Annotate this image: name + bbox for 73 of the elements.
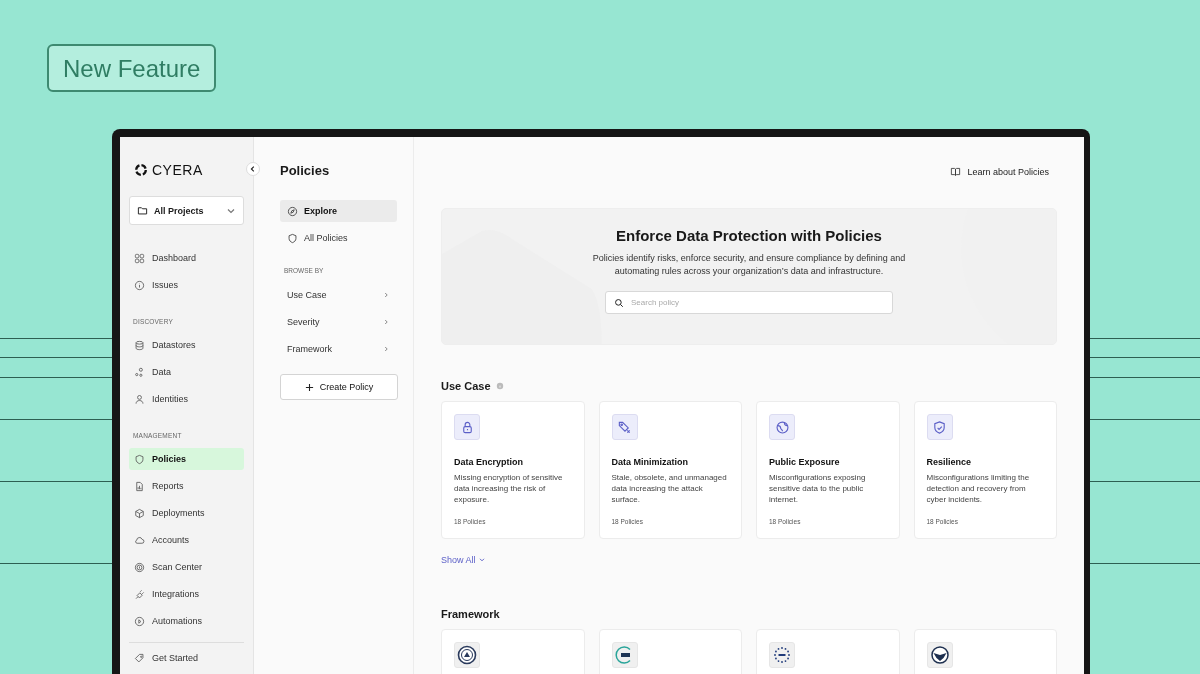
nav-item[interactable]: Deployments	[129, 502, 244, 524]
seal-icon	[457, 645, 477, 665]
subnav-item[interactable]: All Policies	[280, 227, 397, 249]
hero-title: Enforce Data Protection with Policies	[616, 227, 882, 244]
collapse-button[interactable]	[246, 162, 260, 176]
grid-icon	[134, 252, 145, 264]
star-circle-icon	[772, 645, 792, 665]
card-title: Public Exposure	[769, 457, 841, 467]
framework-card[interactable]	[441, 629, 585, 674]
folder-icon	[137, 205, 148, 216]
browse-item[interactable]: Severity	[280, 311, 397, 333]
nav-item[interactable]: Data	[129, 361, 244, 383]
browse-item[interactable]: Framework	[280, 338, 397, 360]
nav-item[interactable]: Scan Center	[129, 556, 244, 578]
browse-item[interactable]: Use Case	[280, 284, 397, 306]
card-title: Data Encryption	[454, 457, 524, 467]
project-dropdown[interactable]: All Projects	[129, 196, 244, 225]
report-icon	[134, 480, 145, 492]
nav-item[interactable]: Issues	[129, 274, 244, 296]
create-policy-button[interactable]: Create Policy	[280, 374, 398, 400]
play-icon	[134, 615, 145, 627]
tag-icon	[617, 419, 632, 435]
chevron-left-icon	[249, 165, 257, 173]
card-description: Misconfigurations exposing sensitive data to the public internet.	[769, 472, 867, 505]
card-description: Stale, obsolete, and unmanaged data increasing the attack surface.	[611, 472, 728, 505]
nav-item[interactable]: Automations	[129, 610, 244, 632]
globe-icon	[774, 419, 790, 435]
nodes-icon	[134, 366, 145, 378]
hero-text: Policies identify risks, enforce security, and ensure compliance by defining and automating rules across your organization’s data and infrastructure.	[591, 252, 907, 278]
framework-card[interactable]	[598, 629, 742, 674]
subnav-item[interactable]: Explore	[280, 200, 397, 222]
info-icon	[495, 382, 504, 390]
nav-item[interactable]: Dashboard	[129, 247, 244, 269]
chevron-right-icon	[382, 291, 390, 299]
framework-card[interactable]	[913, 629, 1057, 674]
nav-item[interactable]: Get Started	[129, 647, 244, 669]
section-title: Framework	[441, 608, 500, 620]
book-icon	[950, 166, 962, 177]
nav-item[interactable]: Integrations	[129, 583, 244, 605]
plus-icon	[304, 382, 314, 392]
framework-card[interactable]	[756, 629, 900, 674]
learn-link[interactable]: Learn about Policies	[950, 166, 1049, 177]
person-icon	[134, 393, 145, 405]
chevron-right-icon	[382, 318, 390, 326]
search-field[interactable]: Search policy	[605, 291, 893, 314]
card-description: Missing encryption of sensitive data increasing the risk of exposure.	[454, 472, 564, 505]
page-title: Policies	[280, 163, 331, 178]
logo-icon	[134, 163, 148, 177]
logo-text: CYERA	[152, 162, 203, 178]
compass-icon	[287, 205, 298, 217]
eagle-seal-icon	[929, 645, 950, 665]
cube-icon	[134, 507, 145, 519]
card-description: Misconfigurations limiting the detection and recovery from cyber incidents.	[926, 472, 1031, 505]
chevron-down-icon	[477, 556, 486, 564]
nav-item[interactable]: Reports	[129, 475, 244, 497]
card-title: Resilience	[926, 457, 973, 467]
search-icon	[614, 297, 624, 308]
nav-item[interactable]: Policies	[129, 448, 244, 470]
database-icon	[134, 339, 145, 351]
chevron-right-icon	[382, 345, 390, 353]
cloud-icon	[134, 534, 145, 546]
card-title: Data Minimization	[611, 457, 689, 467]
shield-icon	[287, 232, 298, 244]
new-feature-badge: New Feature	[47, 44, 217, 92]
nav-item[interactable]: Datastores	[129, 334, 244, 356]
show-all-link[interactable]: Show All	[441, 555, 486, 565]
shield-icon	[134, 453, 145, 465]
section-title: Use Case	[441, 380, 491, 392]
nav-item[interactable]: Identities	[129, 388, 244, 410]
shield-check-icon	[932, 419, 947, 435]
tag-icon	[134, 652, 145, 664]
nav-item[interactable]: Accounts	[129, 529, 244, 551]
info-icon	[134, 279, 145, 291]
